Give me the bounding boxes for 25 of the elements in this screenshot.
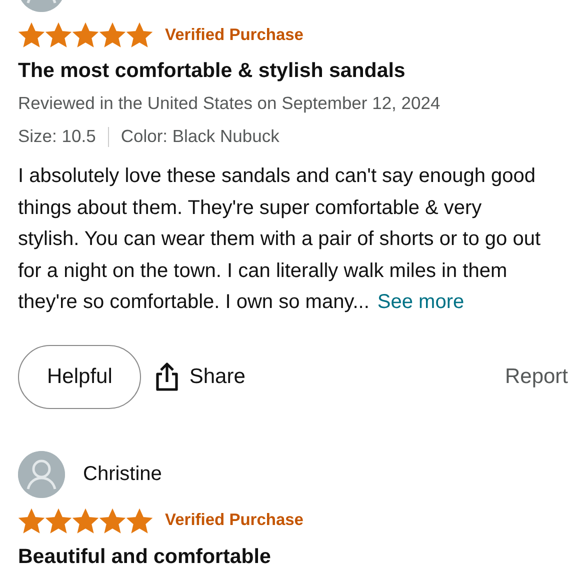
share-icon: [155, 362, 180, 392]
star-icon: [72, 22, 99, 48]
size-label: Size: 10.5: [18, 126, 96, 147]
verified-purchase-label: Verified Purchase: [165, 511, 304, 530]
star-icon: [99, 22, 126, 48]
review-date: Reviewed in the United States on September 12, 2024: [18, 93, 442, 114]
star-icon: [45, 22, 72, 48]
verified-purchase-label: Verified Purchase: [165, 26, 304, 44]
review-text: I absolutely love these sandals and can't say enough good things about them. They're super comfortable & very stylish. You can wear them with a pair of shorts or to go out for a night on the town. I can literally walk miles in them they're so comfortable. I own so many... See more: [18, 164, 542, 315]
see-more-link[interactable]: See more: [377, 291, 464, 313]
star-icon: [72, 508, 99, 534]
review-title: Beautiful and comfortable: [18, 544, 272, 568]
star-icon: [45, 508, 72, 534]
star-icon: [99, 508, 126, 534]
star-icon: [126, 508, 153, 534]
star-icon: [18, 508, 45, 534]
reviewer-name: Christine: [83, 462, 162, 486]
share-button[interactable]: Share: [155, 362, 246, 392]
review-title: The most comfortable & stylish sandals: [18, 59, 406, 83]
report-link[interactable]: Report: [504, 364, 568, 388]
color-label: Color: Black Nubuck: [120, 126, 280, 147]
helpful-button[interactable]: Helpful: [18, 344, 142, 408]
star-icon: [126, 22, 153, 48]
star-icon: [18, 22, 45, 48]
avatar-icon: [18, 450, 65, 498]
